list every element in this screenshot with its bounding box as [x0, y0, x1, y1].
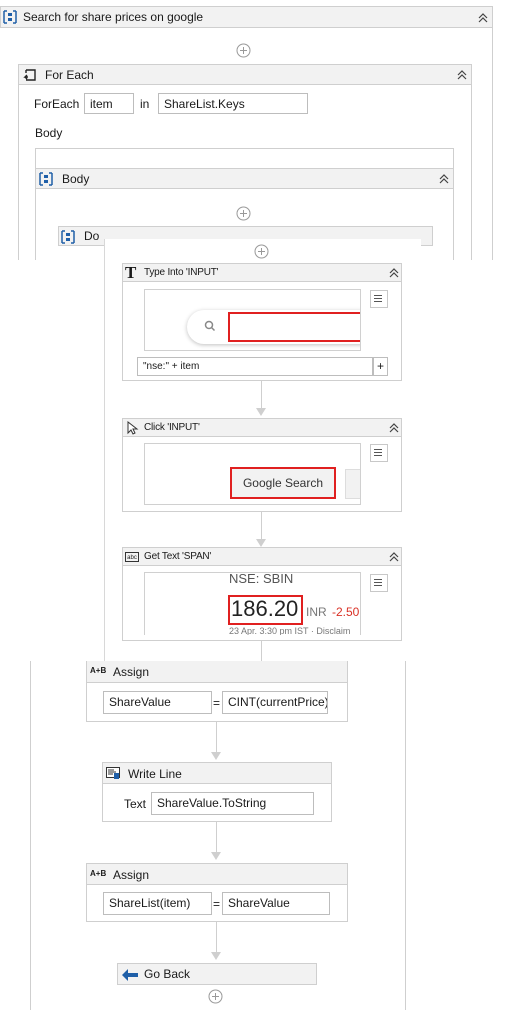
- type-into-screenshot: [144, 289, 361, 351]
- preview-google-search-button: Google Search: [230, 467, 336, 499]
- collapse-icon[interactable]: [476, 11, 490, 25]
- add-activity-icon[interactable]: [236, 43, 251, 58]
- get-text-header[interactable]: abc Get Text 'SPAN': [122, 547, 402, 566]
- do-right-border: [405, 661, 406, 1010]
- connector: [261, 512, 262, 542]
- assign-title: Assign: [113, 868, 150, 882]
- body-sequence-title: Body: [62, 172, 90, 186]
- write-line-text-input[interactable]: ShareValue.ToString: [151, 792, 314, 815]
- connector-arrow: [256, 539, 266, 547]
- add-activity-icon[interactable]: [236, 206, 251, 221]
- foreach-title: For Each: [45, 68, 94, 82]
- body-label: Body: [35, 126, 63, 140]
- get-text-screenshot: NSE: SBIN 186.20 INR -2.50 23 Apr. 3:30 …: [144, 572, 361, 635]
- menu-icon[interactable]: [370, 574, 388, 592]
- cursor-icon: [127, 420, 139, 438]
- assign-equals: =: [213, 696, 221, 710]
- write-line-title: Write Line: [128, 767, 182, 781]
- sequence-body-border: [492, 28, 493, 260]
- click-title: Click 'INPUT': [144, 422, 200, 433]
- get-text-title: Get Text 'SPAN': [144, 551, 212, 562]
- assign-icon: A+B: [90, 666, 107, 675]
- collapse-icon[interactable]: [387, 266, 401, 280]
- assign-value-input[interactable]: CINT(currentPrice): [222, 691, 328, 714]
- assign-header[interactable]: A+B Assign: [86, 863, 348, 885]
- connector-arrow: [256, 408, 266, 416]
- connector: [216, 922, 217, 954]
- preview-button-label: Google Search: [242, 476, 324, 490]
- foreach-header[interactable]: For Each: [18, 64, 472, 85]
- write-line-text-label: Text: [124, 797, 147, 811]
- assign-to-input[interactable]: ShareList(item): [103, 892, 212, 915]
- collapse-icon[interactable]: [387, 421, 401, 435]
- type-icon: T: [125, 263, 137, 282]
- connector: [216, 722, 217, 754]
- collapse-icon[interactable]: [387, 550, 401, 564]
- preview-price: 186.20: [231, 596, 299, 621]
- click-header[interactable]: Click 'INPUT': [122, 418, 402, 437]
- preview-input-highlight: [228, 312, 360, 342]
- preview-date: 23 Apr. 3:30 pm IST · Disclaim: [229, 626, 351, 635]
- assign-title: Assign: [113, 665, 150, 679]
- back-arrow-icon: [122, 969, 138, 984]
- go-back-activity[interactable]: Go Back: [117, 963, 317, 985]
- do-sequence-title: Do: [84, 229, 100, 243]
- search-icon: [204, 320, 216, 335]
- sequence-icon: [39, 172, 53, 186]
- write-line-header[interactable]: Write Line: [102, 762, 332, 784]
- get-text-icon: abc: [125, 552, 139, 562]
- do-left-border: [30, 661, 31, 1010]
- assign-to-input[interactable]: ShareValue: [103, 691, 212, 714]
- click-screenshot: Google Search: [144, 443, 361, 505]
- collapse-icon[interactable]: [455, 68, 469, 82]
- menu-icon[interactable]: [370, 444, 388, 462]
- foreach-collection-input[interactable]: ShareList.Keys: [158, 93, 308, 114]
- type-into-title: Type Into 'INPUT': [144, 267, 219, 278]
- foreach-item-input[interactable]: item: [84, 93, 134, 114]
- add-activity-icon[interactable]: [254, 244, 269, 259]
- write-line-icon: [106, 767, 120, 783]
- assign-icon: A+B: [90, 869, 107, 878]
- preview-currency: INR: [306, 605, 327, 619]
- add-activity-icon[interactable]: [208, 989, 223, 1004]
- sequence-title: Search for share prices on google: [23, 10, 204, 24]
- menu-icon[interactable]: [370, 290, 388, 308]
- preview-change: -2.50: [332, 605, 360, 619]
- connector: [216, 822, 217, 854]
- collapse-icon[interactable]: [437, 172, 451, 186]
- type-into-text-input[interactable]: "nse:" + item: [137, 357, 373, 376]
- assign-value-input[interactable]: ShareValue: [222, 892, 330, 915]
- in-label: in: [140, 97, 150, 111]
- sequence-header[interactable]: Search for share prices on google: [0, 6, 493, 28]
- add-argument-button[interactable]: +: [373, 357, 388, 376]
- body-sequence-header[interactable]: Body: [35, 168, 454, 189]
- type-into-header[interactable]: T Type Into 'INPUT': [122, 263, 402, 282]
- go-back-title: Go Back: [144, 967, 191, 981]
- foreach-label: ForEach: [34, 97, 80, 111]
- connector: [261, 641, 262, 663]
- connector-arrow: [211, 752, 221, 760]
- sequence-icon: [3, 10, 17, 24]
- sequence-icon: [61, 230, 75, 244]
- assign-header[interactable]: A+B Assign: [86, 661, 348, 683]
- preview-exchange: NSE: SBIN: [229, 572, 294, 586]
- assign-equals: =: [213, 897, 221, 911]
- connector-arrow: [211, 952, 221, 960]
- preview-next-button: [345, 469, 360, 499]
- connector: [261, 381, 262, 411]
- foreach-icon: [23, 68, 37, 82]
- connector-arrow: [211, 852, 221, 860]
